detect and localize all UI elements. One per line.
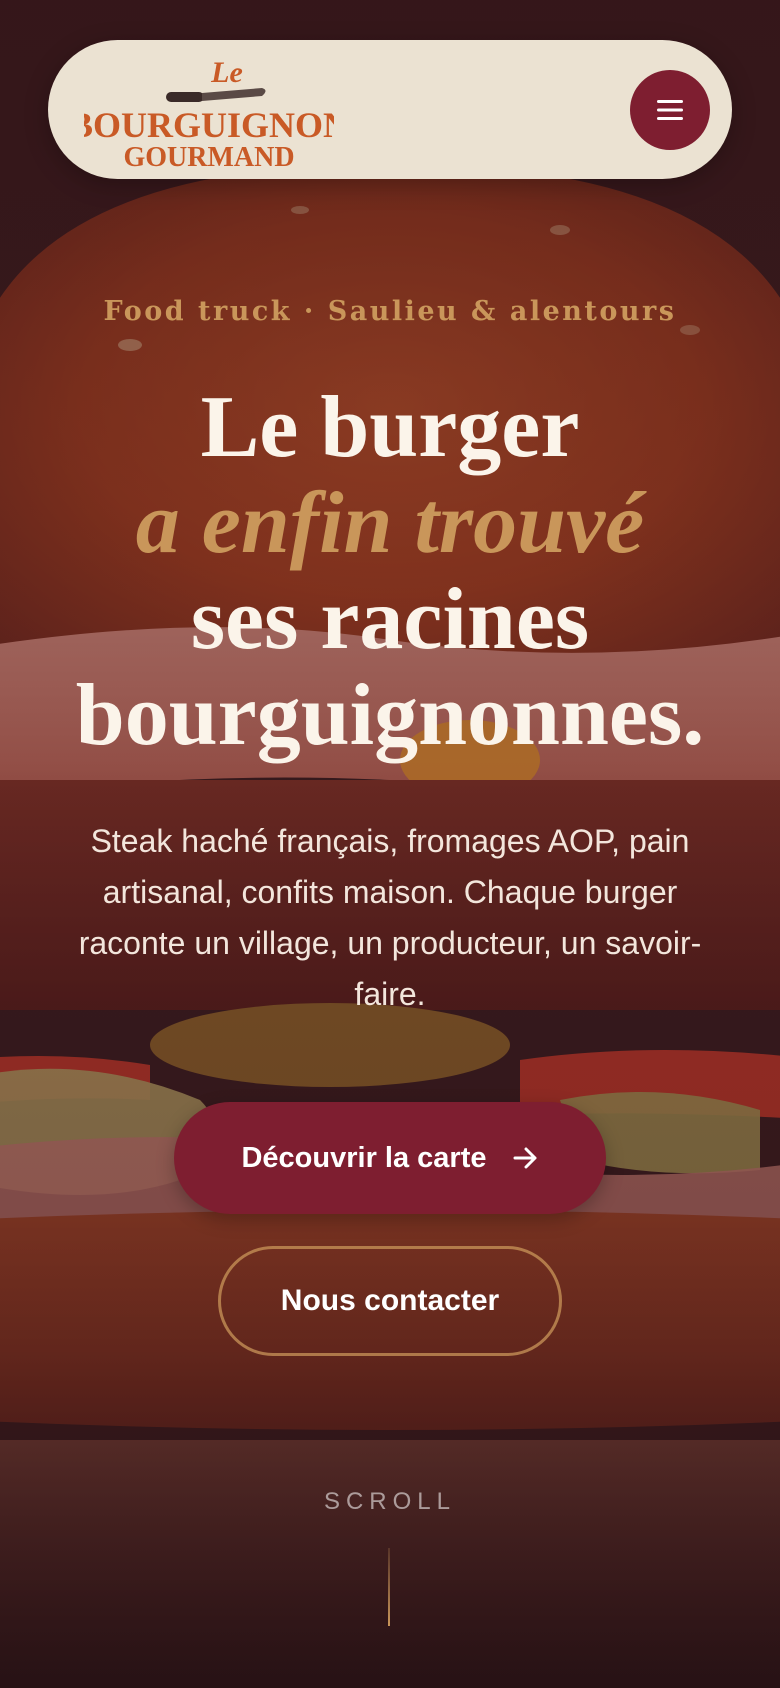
headline-line-3: ses racines xyxy=(190,571,590,668)
discover-menu-button[interactable]: Découvrir la carte xyxy=(174,1102,606,1214)
scroll-indicator-line xyxy=(388,1548,390,1626)
logo-word-bourguignon: BOURGUIGNON xyxy=(84,105,334,145)
hamburger-icon xyxy=(657,100,683,120)
headline-line-4: bourguignonnes. xyxy=(75,667,705,764)
hero-headline: Le burger a enfin trouvé ses racines bou… xyxy=(20,380,760,764)
contact-label: Nous contacter xyxy=(280,1284,500,1317)
contact-button[interactable]: Nous contacter xyxy=(218,1246,562,1356)
headline-accent: a enfin trouvé xyxy=(135,475,645,572)
arrow-right-icon xyxy=(513,1147,536,1169)
menu-button[interactable] xyxy=(630,70,710,150)
navbar: Le BOURGUIGNON GOURMAND xyxy=(48,40,732,179)
hero-section: Le BOURGUIGNON GOURMAND Food truck · Sau… xyxy=(0,0,780,1688)
discover-menu-label: Découvrir la carte xyxy=(241,1141,487,1174)
hero-description: Steak haché français, fromages AOP, pain… xyxy=(78,823,702,1012)
logo-word-gourmand: GOURMAND xyxy=(123,142,294,170)
knife-icon xyxy=(166,88,266,102)
scroll-indicator-label: SCROLL xyxy=(323,1488,457,1515)
brand-logo[interactable]: Le BOURGUIGNON GOURMAND xyxy=(84,50,334,170)
logo-word-le: Le xyxy=(210,56,243,89)
headline-line-1: Le burger xyxy=(200,379,580,476)
hero-eyebrow: Food truck · Saulieu & alentours xyxy=(103,296,677,327)
